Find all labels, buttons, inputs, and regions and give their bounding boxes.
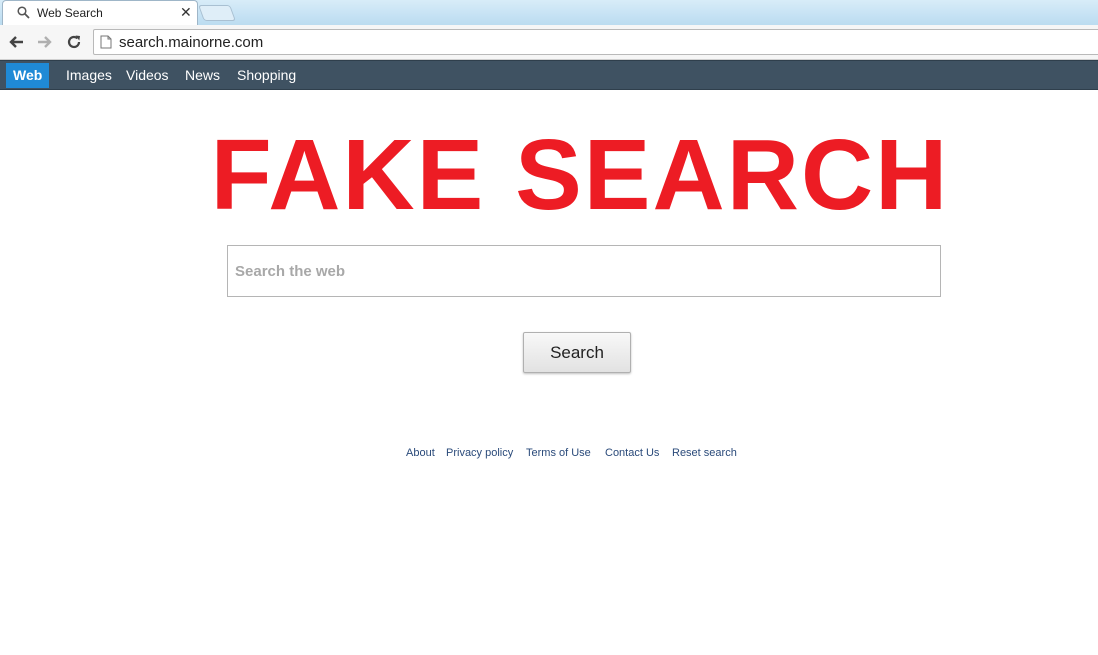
back-button[interactable]: [5, 31, 27, 53]
reload-button[interactable]: [63, 31, 85, 53]
reload-icon: [67, 35, 81, 49]
footer-link-privacy[interactable]: Privacy policy: [446, 447, 513, 459]
site-nav: Web Images Videos News Shopping: [0, 60, 1098, 90]
nav-item-shopping[interactable]: Shopping: [237, 67, 296, 83]
tab-close-icon[interactable]: ✕: [180, 4, 192, 20]
nav-item-news[interactable]: News: [185, 67, 220, 83]
address-bar[interactable]: search.mainorne.com: [93, 29, 1098, 55]
browser-tab[interactable]: Web Search ✕: [2, 0, 198, 25]
browser-tabstrip: Web Search ✕: [0, 0, 1098, 25]
page-icon: [100, 35, 112, 49]
search-input[interactable]: [227, 245, 941, 297]
tab-title: Web Search: [37, 6, 103, 20]
search-icon: [17, 6, 30, 19]
fake-search-headline: FAKE SEARCH: [210, 119, 950, 231]
new-tab-button[interactable]: [198, 5, 236, 21]
arrow-right-icon: [38, 36, 52, 48]
nav-item-web[interactable]: Web: [6, 63, 50, 88]
forward-button[interactable]: [34, 31, 56, 53]
nav-item-videos[interactable]: Videos: [126, 67, 169, 83]
footer-link-reset[interactable]: Reset search: [672, 447, 737, 459]
footer-link-about[interactable]: About: [406, 447, 435, 459]
footer-link-contact[interactable]: Contact Us: [605, 447, 659, 459]
footer-link-terms[interactable]: Terms of Use: [526, 447, 591, 459]
browser-toolbar: search.mainorne.com: [0, 25, 1098, 60]
nav-item-images[interactable]: Images: [66, 67, 112, 83]
search-button[interactable]: Search: [523, 332, 631, 373]
url-text: search.mainorne.com: [119, 34, 264, 51]
arrow-left-icon: [9, 36, 23, 48]
